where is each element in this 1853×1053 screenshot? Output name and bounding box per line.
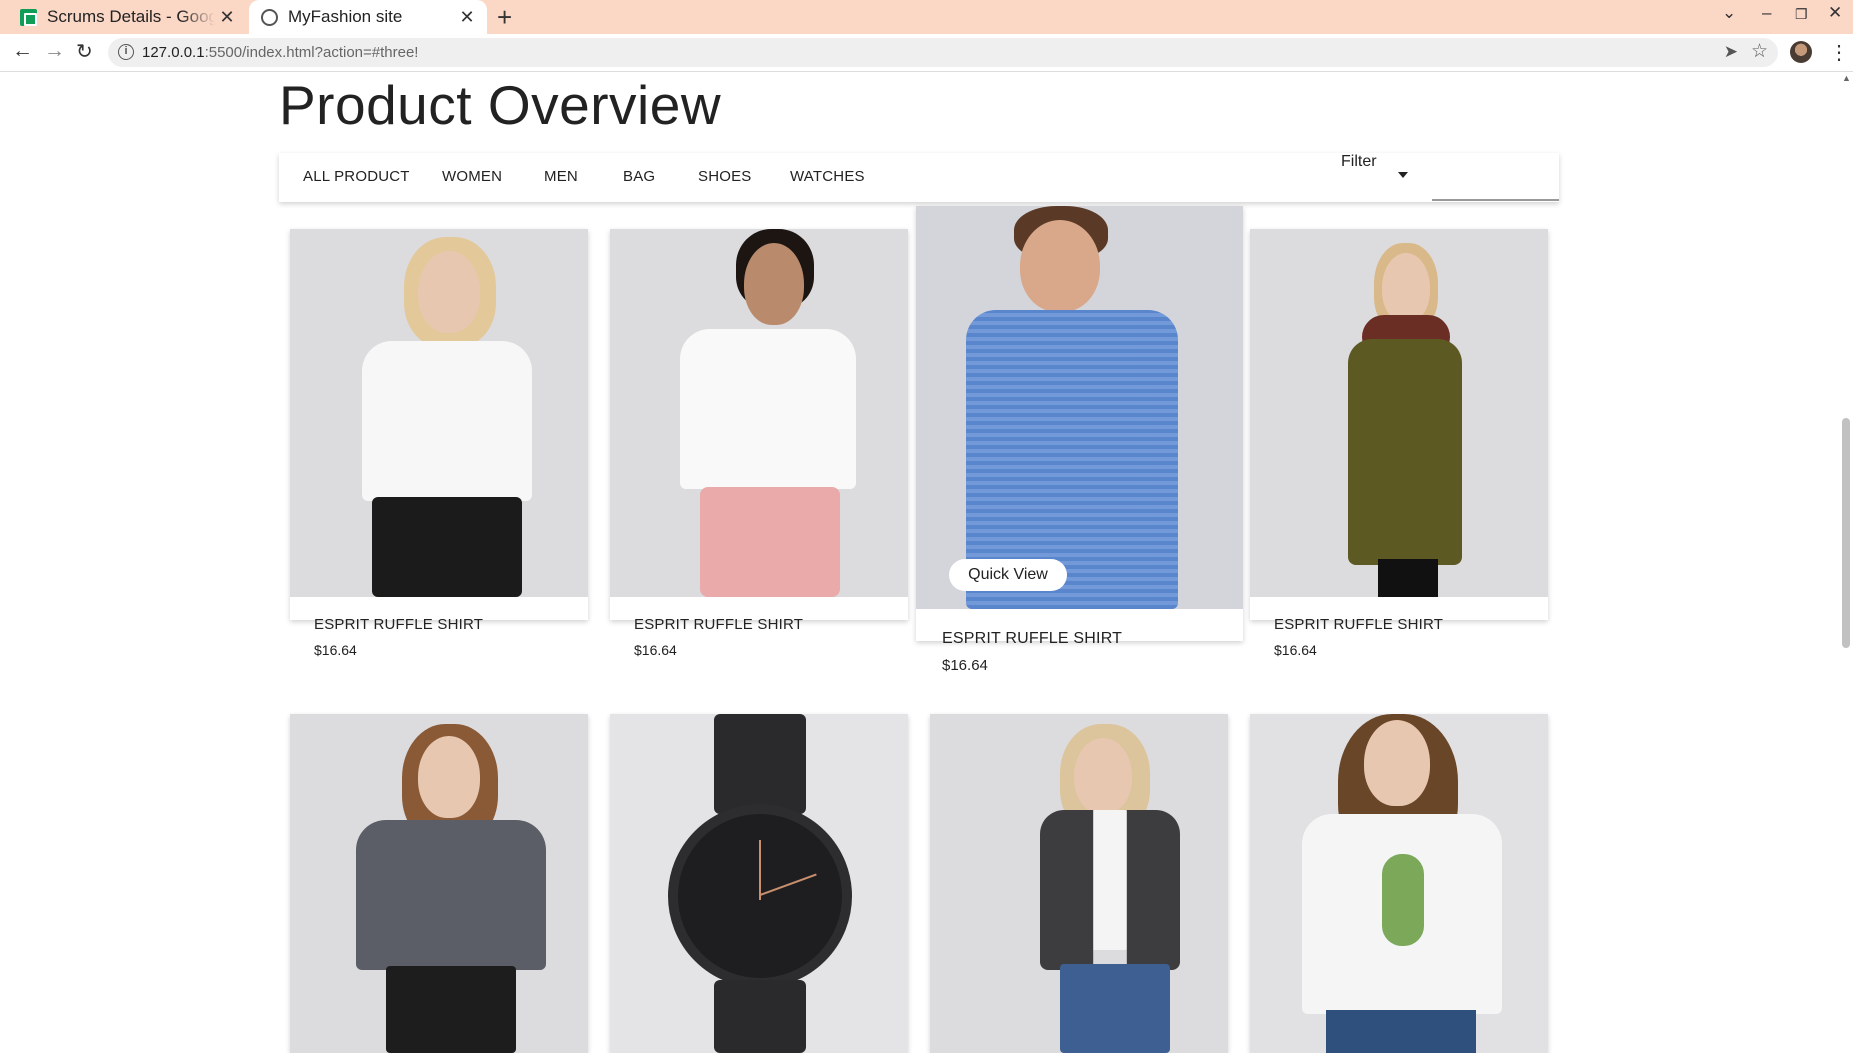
- product-name[interactable]: ESPRIT RUFFLE SHIRT: [314, 616, 483, 633]
- product-image-woman-olive-coat[interactable]: [1250, 229, 1548, 597]
- restore-icon[interactable]: ❐: [1795, 6, 1808, 23]
- close-icon[interactable]: ✕: [215, 7, 239, 28]
- product-card[interactable]: ESPRIT RUFFLE SHIRT $16.64: [610, 229, 908, 658]
- category-watches[interactable]: WATCHES: [790, 168, 865, 185]
- page-scrollbar[interactable]: ▲: [1838, 73, 1853, 1053]
- product-image-woman-white-tshirt[interactable]: [290, 229, 588, 597]
- category-women[interactable]: WOMEN: [442, 168, 502, 185]
- product-price: $16.64: [1274, 642, 1317, 658]
- product-image-woman-cactus-tshirt[interactable]: [1250, 714, 1548, 1053]
- product-card-hovered[interactable]: Quick View ESPRIT RUFFLE SHIRT $16.64: [916, 206, 1243, 674]
- product-card[interactable]: [930, 714, 1228, 1053]
- address-bar[interactable]: i 127.0.0.1:5500/index.html?action=#thre…: [108, 38, 1778, 67]
- site-info-icon[interactable]: i: [118, 44, 134, 60]
- profile-avatar[interactable]: [1790, 41, 1812, 63]
- tab-myfashion[interactable]: MyFashion site ✕: [249, 0, 487, 34]
- product-image-woman-grey-shirt-black-skirt[interactable]: [290, 714, 588, 1053]
- reload-icon[interactable]: ↻: [76, 39, 93, 64]
- forward-icon[interactable]: →: [44, 39, 65, 63]
- browser-tab-bar: Scrums Details - Google Sheets ✕ MyFashi…: [0, 0, 1853, 34]
- minimize-icon[interactable]: –: [1762, 3, 1771, 23]
- product-price: $16.64: [942, 657, 988, 674]
- filter-input[interactable]: [1432, 199, 1559, 201]
- close-window-icon[interactable]: ✕: [1828, 3, 1842, 23]
- product-name[interactable]: ESPRIT RUFFLE SHIRT: [634, 616, 803, 633]
- tab-scrums-details[interactable]: Scrums Details - Google Sheets ✕: [0, 0, 247, 34]
- product-card[interactable]: [610, 714, 908, 1053]
- back-icon[interactable]: ←: [12, 39, 33, 63]
- category-men[interactable]: MEN: [544, 168, 578, 185]
- product-image-woman-dark-blazer-jeans[interactable]: [930, 714, 1228, 1053]
- product-card[interactable]: ESPRIT RUFFLE SHIRT $16.64: [290, 229, 588, 658]
- filter-label: Filter: [1341, 153, 1377, 170]
- product-card[interactable]: [1250, 714, 1548, 1053]
- product-image-woman-white-shirt-pink-pants[interactable]: [610, 229, 908, 597]
- product-price: $16.64: [634, 642, 677, 658]
- tab-title: Scrums Details - Google Sheets: [47, 7, 215, 26]
- sheets-icon: [20, 8, 37, 26]
- browser-menu-icon[interactable]: ⋮: [1829, 40, 1849, 65]
- category-bag[interactable]: BAG: [623, 168, 655, 185]
- category-shoes[interactable]: SHOES: [698, 168, 752, 185]
- new-tab-icon[interactable]: +: [497, 2, 512, 33]
- scroll-up-arrow-icon[interactable]: ▲: [1842, 73, 1851, 83]
- category-filter-bar: ALL PRODUCT WOMEN MEN BAG SHOES WATCHES …: [279, 153, 1559, 202]
- url-text: 127.0.0.1:5500/index.html?action=#three!: [142, 44, 419, 61]
- product-name[interactable]: ESPRIT RUFFLE SHIRT: [1274, 616, 1443, 633]
- product-name[interactable]: ESPRIT RUFFLE SHIRT: [942, 630, 1122, 648]
- filter-dropdown-caret-icon[interactable]: [1398, 172, 1408, 178]
- close-icon[interactable]: ✕: [455, 7, 479, 28]
- tab-search-chevron-icon[interactable]: ⌄: [1722, 3, 1736, 23]
- tab-title: MyFashion site: [288, 7, 403, 26]
- scrollbar-thumb[interactable]: [1842, 418, 1850, 648]
- quick-view-button[interactable]: Quick View: [949, 559, 1067, 591]
- bookmark-star-icon[interactable]: ☆: [1751, 40, 1768, 63]
- product-price: $16.64: [314, 642, 357, 658]
- page-viewport: Product Overview ALL PRODUCT WOMEN MEN B…: [0, 73, 1853, 1053]
- globe-icon: [261, 8, 278, 26]
- product-image-man-blue-check-shirt[interactable]: Quick View: [916, 206, 1243, 609]
- product-card[interactable]: [290, 714, 588, 1053]
- product-card[interactable]: ESPRIT RUFFLE SHIRT $16.64: [1250, 229, 1548, 658]
- browser-toolbar: ← → ↻ i 127.0.0.1:5500/index.html?action…: [0, 34, 1853, 72]
- send-icon[interactable]: ➤: [1724, 42, 1738, 62]
- page-title: Product Overview: [279, 74, 722, 136]
- category-all-product[interactable]: ALL PRODUCT: [303, 168, 410, 185]
- product-image-black-watch[interactable]: [610, 714, 908, 1053]
